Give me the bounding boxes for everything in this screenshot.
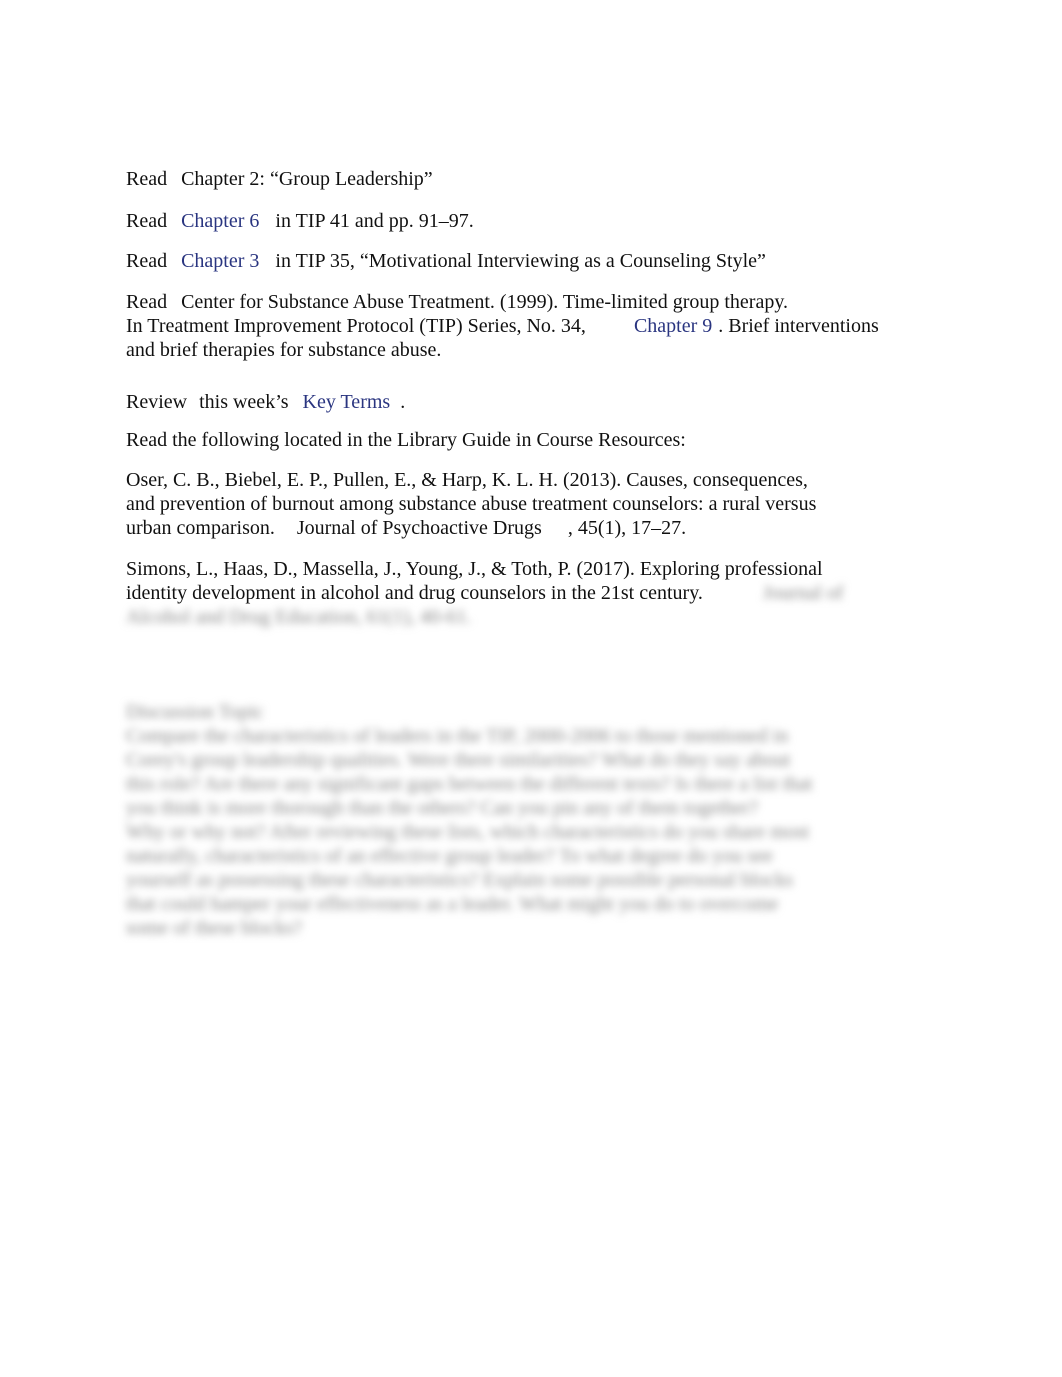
chapter-3-link[interactable]: Chapter 3 (181, 250, 259, 272)
item-text: this week’s (199, 391, 289, 413)
item-text: Center for Substance Abuse Treatment. (1… (181, 291, 789, 313)
discussion-heading: Discussion Topic (126, 701, 264, 723)
reading-item-1: Read Chapter 2: “Group Leadership” (126, 167, 433, 191)
item-text: In Treatment Improvement Protocol (TIP) … (126, 315, 586, 337)
discussion-line: some of these blocks? (126, 917, 303, 939)
verb: Read (126, 210, 168, 232)
item-text: . Brief interventions (718, 315, 879, 337)
item-text: and brief therapies for substance abuse. (126, 339, 442, 361)
item-text: Chapter 2: “Group Leadership” (181, 168, 433, 190)
discussion-line: Compare the characteristics of leaders i… (126, 725, 789, 747)
chapter-6-link[interactable]: Chapter 6 (181, 210, 259, 232)
discussion-line: yourself as possessing these characteris… (126, 869, 794, 891)
journal-title: Journal of Psychoactive Drugs (296, 517, 542, 539)
reference-oser: Oser, C. B., Biebel, E. P., Pullen, E., … (126, 468, 816, 540)
blurred-discussion: Discussion Topic Compare the characteris… (126, 700, 813, 940)
library-intro: Read the following located in the Librar… (126, 429, 686, 451)
verb: Read (126, 168, 168, 190)
discussion-line: naturally, characteristics of an effecti… (126, 845, 773, 867)
reading-item-4: Read Center for Substance Abuse Treatment… (126, 290, 879, 362)
ref-line: , 45(1), 17–27. (567, 517, 687, 539)
reading-item-2: Read Chapter 6 in TIP 41 and pp. 91–97. (126, 209, 474, 233)
ref-line: identity development in alcohol and drug… (126, 582, 703, 604)
ref-line: urban comparison. (126, 517, 275, 539)
item-text: in TIP 41 and pp. 91–97. (275, 210, 474, 232)
discussion-line: that could hamper your effectiveness as … (126, 893, 779, 915)
ref-line: Simons, L., Haas, D., Massella, J., Youn… (126, 558, 823, 580)
review-item: Review this week’s Key Terms. (126, 390, 405, 414)
discussion-line: Why or why not? After reviewing these li… (126, 821, 810, 843)
chapter-9-link[interactable]: Chapter 9 (634, 315, 712, 337)
discussion-line: you think is more thorough than the othe… (126, 797, 759, 819)
item-text: in TIP 35, “Motivational Interviewing as… (275, 250, 766, 272)
reading-item-3: Read Chapter 3 in TIP 35, “Motivational In… (126, 249, 766, 273)
key-terms-link[interactable]: Key Terms (303, 391, 391, 413)
blurred-journal: Journal of (762, 582, 844, 604)
verb: Read (126, 291, 168, 313)
item-text: . (400, 391, 406, 413)
discussion-line: Corey's group leadership qualities. Were… (126, 749, 791, 771)
ref-line: and prevention of burnout among substanc… (126, 493, 817, 515)
verb: Review (126, 391, 188, 413)
reference-simons: Simons, L., Haas, D., Massella, J., Youn… (126, 557, 843, 629)
discussion-line: this role? Are there any significant gap… (126, 773, 813, 795)
blurred-journal: Alcohol and Drug Education, 61(1), 40-61… (126, 606, 472, 628)
verb: Read (126, 250, 168, 272)
ref-line: Oser, C. B., Biebel, E. P., Pullen, E., … (126, 469, 808, 491)
